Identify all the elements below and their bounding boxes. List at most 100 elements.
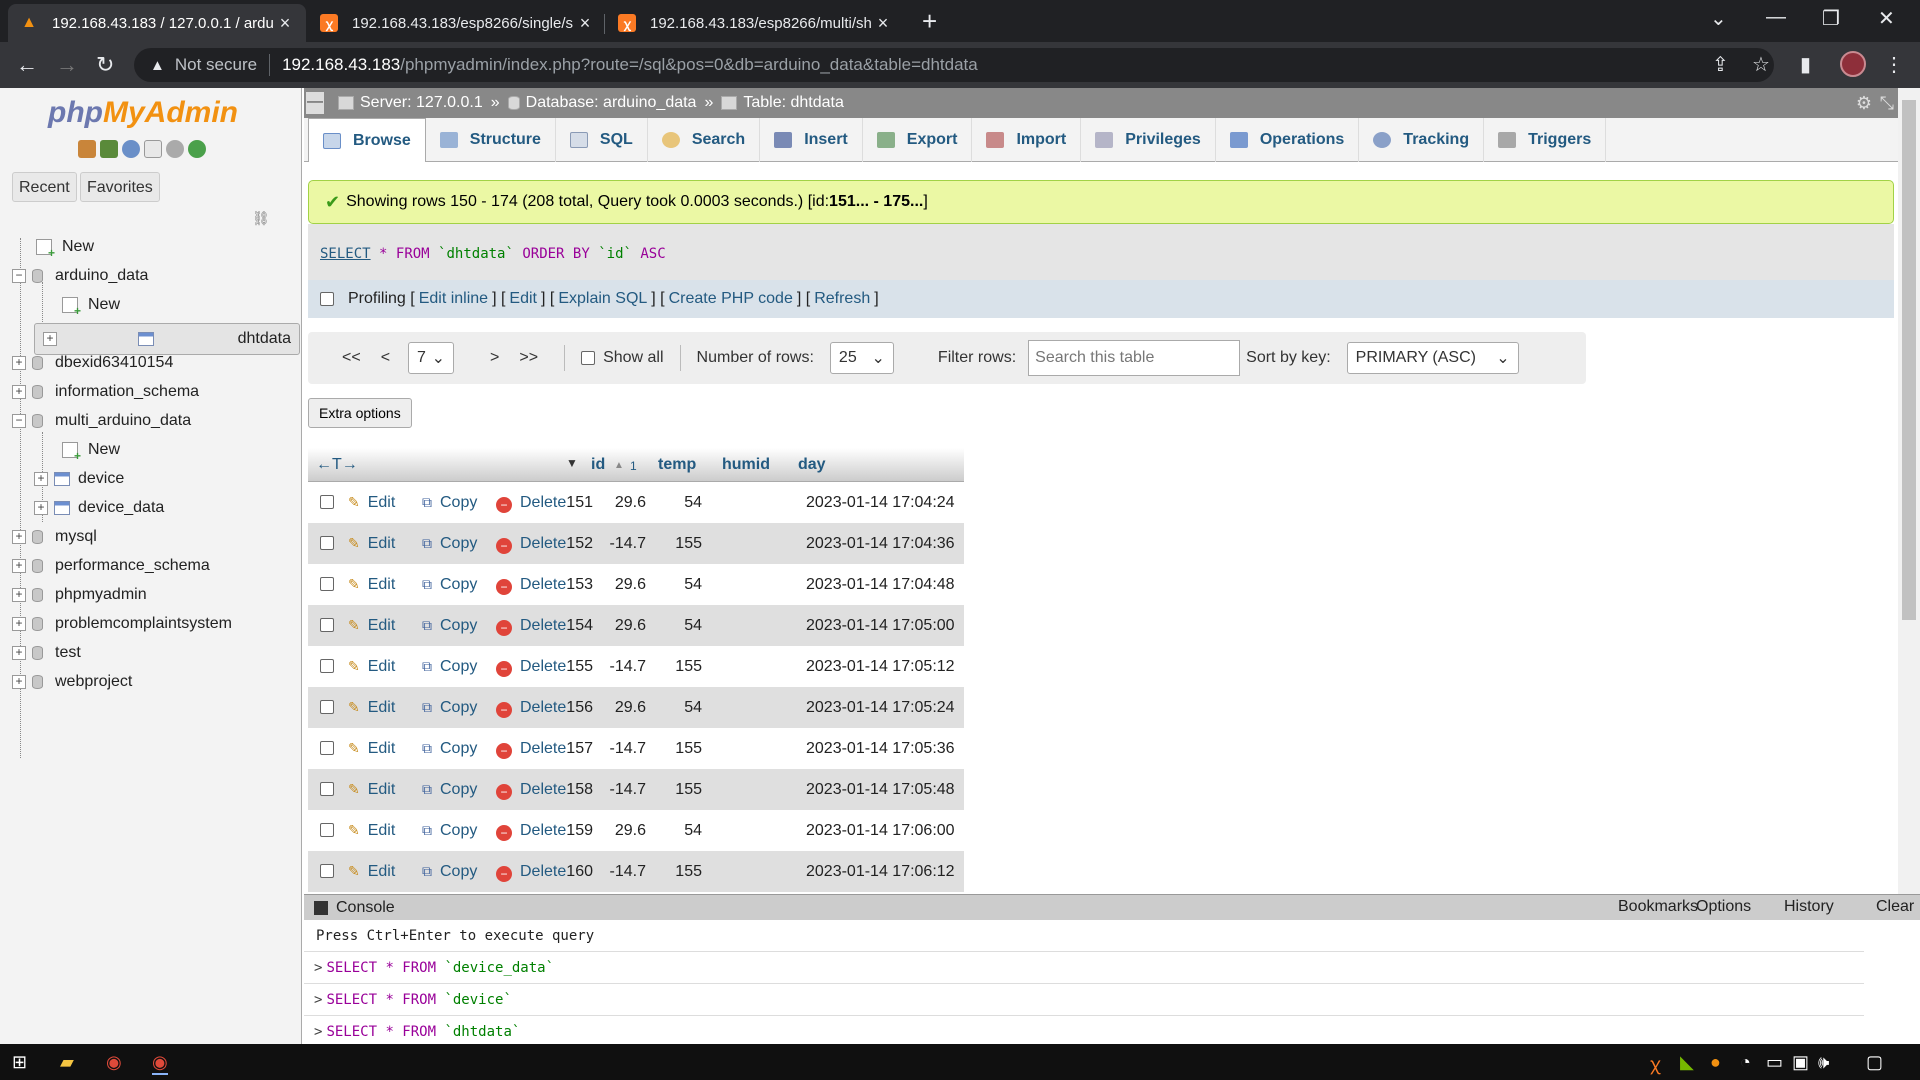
cell-humid[interactable]: 54 <box>660 822 702 840</box>
tab-tracking[interactable]: Tracking <box>1359 118 1485 162</box>
browser-tab-1[interactable]: ▲ 192.168.43.183 / 127.0.0.1 / ardu × <box>8 4 306 42</box>
cell-temp[interactable]: 29.6 <box>608 576 646 594</box>
filter-rows-input[interactable]: Search this table <box>1028 340 1241 376</box>
expand-icon[interactable]: + <box>12 646 26 660</box>
cell-day[interactable]: 2023-01-14 17:05:48 <box>806 781 955 799</box>
cell-temp[interactable]: -14.7 <box>608 863 646 881</box>
table-row[interactable]: ✎ Edit ⧉ Copy − Delete 151 29.6 54 2023-01-14 17:… <box>308 482 964 523</box>
delete-link[interactable]: − Delete <box>496 658 566 677</box>
copy-link[interactable]: ⧉ Copy <box>422 658 477 676</box>
tree-item-new[interactable]: New <box>62 439 120 463</box>
edit-link[interactable]: Edit <box>509 290 537 308</box>
extra-options-button[interactable]: Extra options <box>308 398 412 428</box>
table-row[interactable]: ✎ Edit ⧉ Copy − Delete 156 29.6 54 2023-01-14 17:… <box>308 687 964 728</box>
num-rows-select[interactable]: 25 ⌄ <box>829 342 894 374</box>
back-icon[interactable]: ← <box>16 52 38 78</box>
minimize-icon[interactable]: — <box>1766 6 1786 29</box>
copy-link[interactable]: ⧉ Copy <box>422 781 477 799</box>
tree-item-performance-schema[interactable]: + performance_schema <box>12 555 210 577</box>
windows-start-icon[interactable]: ⊞ <box>12 1052 27 1073</box>
copy-link[interactable]: ⧉ Copy <box>422 617 477 635</box>
cell-day[interactable]: 2023-01-14 17:04:24 <box>806 494 955 512</box>
tree-item-multi-arduino-data[interactable]: − multi_arduino_data <box>12 410 191 432</box>
expand-icon[interactable]: + <box>12 675 26 689</box>
refresh-link[interactable]: Refresh <box>814 290 870 308</box>
tab-triggers[interactable]: Triggers <box>1484 118 1607 162</box>
cell-humid[interactable]: 54 <box>660 699 702 717</box>
scrollbar-thumb[interactable] <box>1902 100 1916 620</box>
copy-link[interactable]: ⧉ Copy <box>422 822 477 840</box>
row-checkbox[interactable] <box>320 823 334 837</box>
row-checkbox[interactable] <box>320 864 334 878</box>
tab-search[interactable]: Search <box>648 118 761 162</box>
cell-temp[interactable]: 29.6 <box>608 822 646 840</box>
tree-item-device[interactable]: + device <box>34 468 124 490</box>
restore-icon[interactable]: ❐ <box>1822 6 1840 31</box>
row-checkbox[interactable] <box>320 700 334 714</box>
file-explorer-icon[interactable]: ▰ <box>60 1052 74 1073</box>
cell-id[interactable]: 160 <box>563 863 593 881</box>
copy-link[interactable]: ⧉ Copy <box>422 576 477 594</box>
cell-id[interactable]: 153 <box>563 576 593 594</box>
browser-tab-3[interactable]: ꭓ 192.168.43.183/esp8266/multi/sh × <box>606 4 904 42</box>
table-row[interactable]: ✎ Edit ⧉ Copy − Delete 157 -14.7 155 2023-01-14 1… <box>308 728 964 769</box>
cell-day[interactable]: 2023-01-14 17:06:12 <box>806 863 955 881</box>
edit-inline-link[interactable]: Edit inline <box>419 290 488 308</box>
delete-link[interactable]: − Delete <box>496 740 566 759</box>
cell-humid[interactable]: 155 <box>660 863 702 881</box>
chrome-active-icon[interactable]: ◉ <box>152 1052 168 1075</box>
delete-link[interactable]: − Delete <box>496 617 566 636</box>
tree-item-phpmyadmin[interactable]: + phpmyadmin <box>12 584 147 606</box>
battery-icon[interactable]: ▭ <box>1766 1052 1783 1073</box>
cell-temp[interactable]: -14.7 <box>608 740 646 758</box>
collapse-icon[interactable]: − <box>12 269 26 283</box>
copy-link[interactable]: ⧉ Copy <box>422 494 477 512</box>
tree-item-mysql[interactable]: + mysql <box>12 526 97 548</box>
sort-by-key-select[interactable]: PRIMARY (ASC) ⌄ <box>1346 342 1519 374</box>
tab-import[interactable]: Import <box>972 118 1082 162</box>
tree-item-webproject[interactable]: + webproject <box>12 671 132 693</box>
tree-item-problemcomplaintsystem[interactable]: + problemcomplaintsystem <box>12 613 232 635</box>
delete-link[interactable]: − Delete <box>496 576 566 595</box>
cell-humid[interactable]: 54 <box>660 617 702 635</box>
tree-item-new[interactable]: New <box>36 236 94 260</box>
expand-icon[interactable]: + <box>34 501 48 515</box>
side-panel-icon[interactable]: ▮ <box>1800 52 1811 77</box>
recent-tab[interactable]: Recent <box>12 172 77 202</box>
cell-id[interactable]: 157 <box>563 740 593 758</box>
edit-link[interactable]: ✎ Edit <box>348 781 395 799</box>
prev-page-button[interactable]: < <box>371 349 400 367</box>
tree-item-information-schema[interactable]: + information_schema <box>12 381 199 403</box>
close-icon[interactable]: × <box>276 13 294 34</box>
collapse-nav-icon[interactable]: — <box>306 92 324 114</box>
logout-icon[interactable] <box>100 140 118 158</box>
cell-id[interactable]: 158 <box>563 781 593 799</box>
table-row[interactable]: ✎ Edit ⧉ Copy − Delete 152 -14.7 155 2023-01-14 1… <box>308 523 964 564</box>
delete-link[interactable]: − Delete <box>496 863 566 882</box>
next-page-button[interactable]: > <box>480 349 509 367</box>
cell-day[interactable]: 2023-01-14 17:05:24 <box>806 699 955 717</box>
page-select[interactable]: 7 ⌄ <box>408 342 455 374</box>
edit-link[interactable]: ✎ Edit <box>348 494 395 512</box>
cell-humid[interactable]: 54 <box>660 576 702 594</box>
cell-day[interactable]: 2023-01-14 17:06:00 <box>806 822 955 840</box>
row-checkbox[interactable] <box>320 495 334 509</box>
tree-item-arduino-data[interactable]: − arduino_data <box>12 265 148 287</box>
console-history-item[interactable]: > SELECT * FROM `device` <box>304 984 1864 1016</box>
gear-icon[interactable] <box>166 140 184 158</box>
reload-icon[interactable]: ↻ <box>96 52 114 78</box>
expand-icon[interactable]: + <box>43 332 57 346</box>
column-header-temp[interactable]: temp <box>658 456 696 474</box>
tree-item-dhtdata[interactable]: + dhtdata <box>34 323 300 355</box>
row-checkbox[interactable] <box>320 659 334 673</box>
row-checkbox[interactable] <box>320 618 334 632</box>
bookmark-star-icon[interactable]: ☆ <box>1752 52 1770 77</box>
cell-id[interactable]: 151 <box>563 494 593 512</box>
expand-icon[interactable]: + <box>12 356 26 370</box>
notification-icon[interactable]: ▢ <box>1866 1052 1883 1073</box>
row-checkbox[interactable] <box>320 536 334 550</box>
copy-link[interactable]: ⧉ Copy <box>422 740 477 758</box>
tab-export[interactable]: Export <box>863 118 973 162</box>
edit-link[interactable]: ✎ Edit <box>348 740 395 758</box>
tab-search-icon[interactable]: ⌄ <box>1710 6 1727 31</box>
